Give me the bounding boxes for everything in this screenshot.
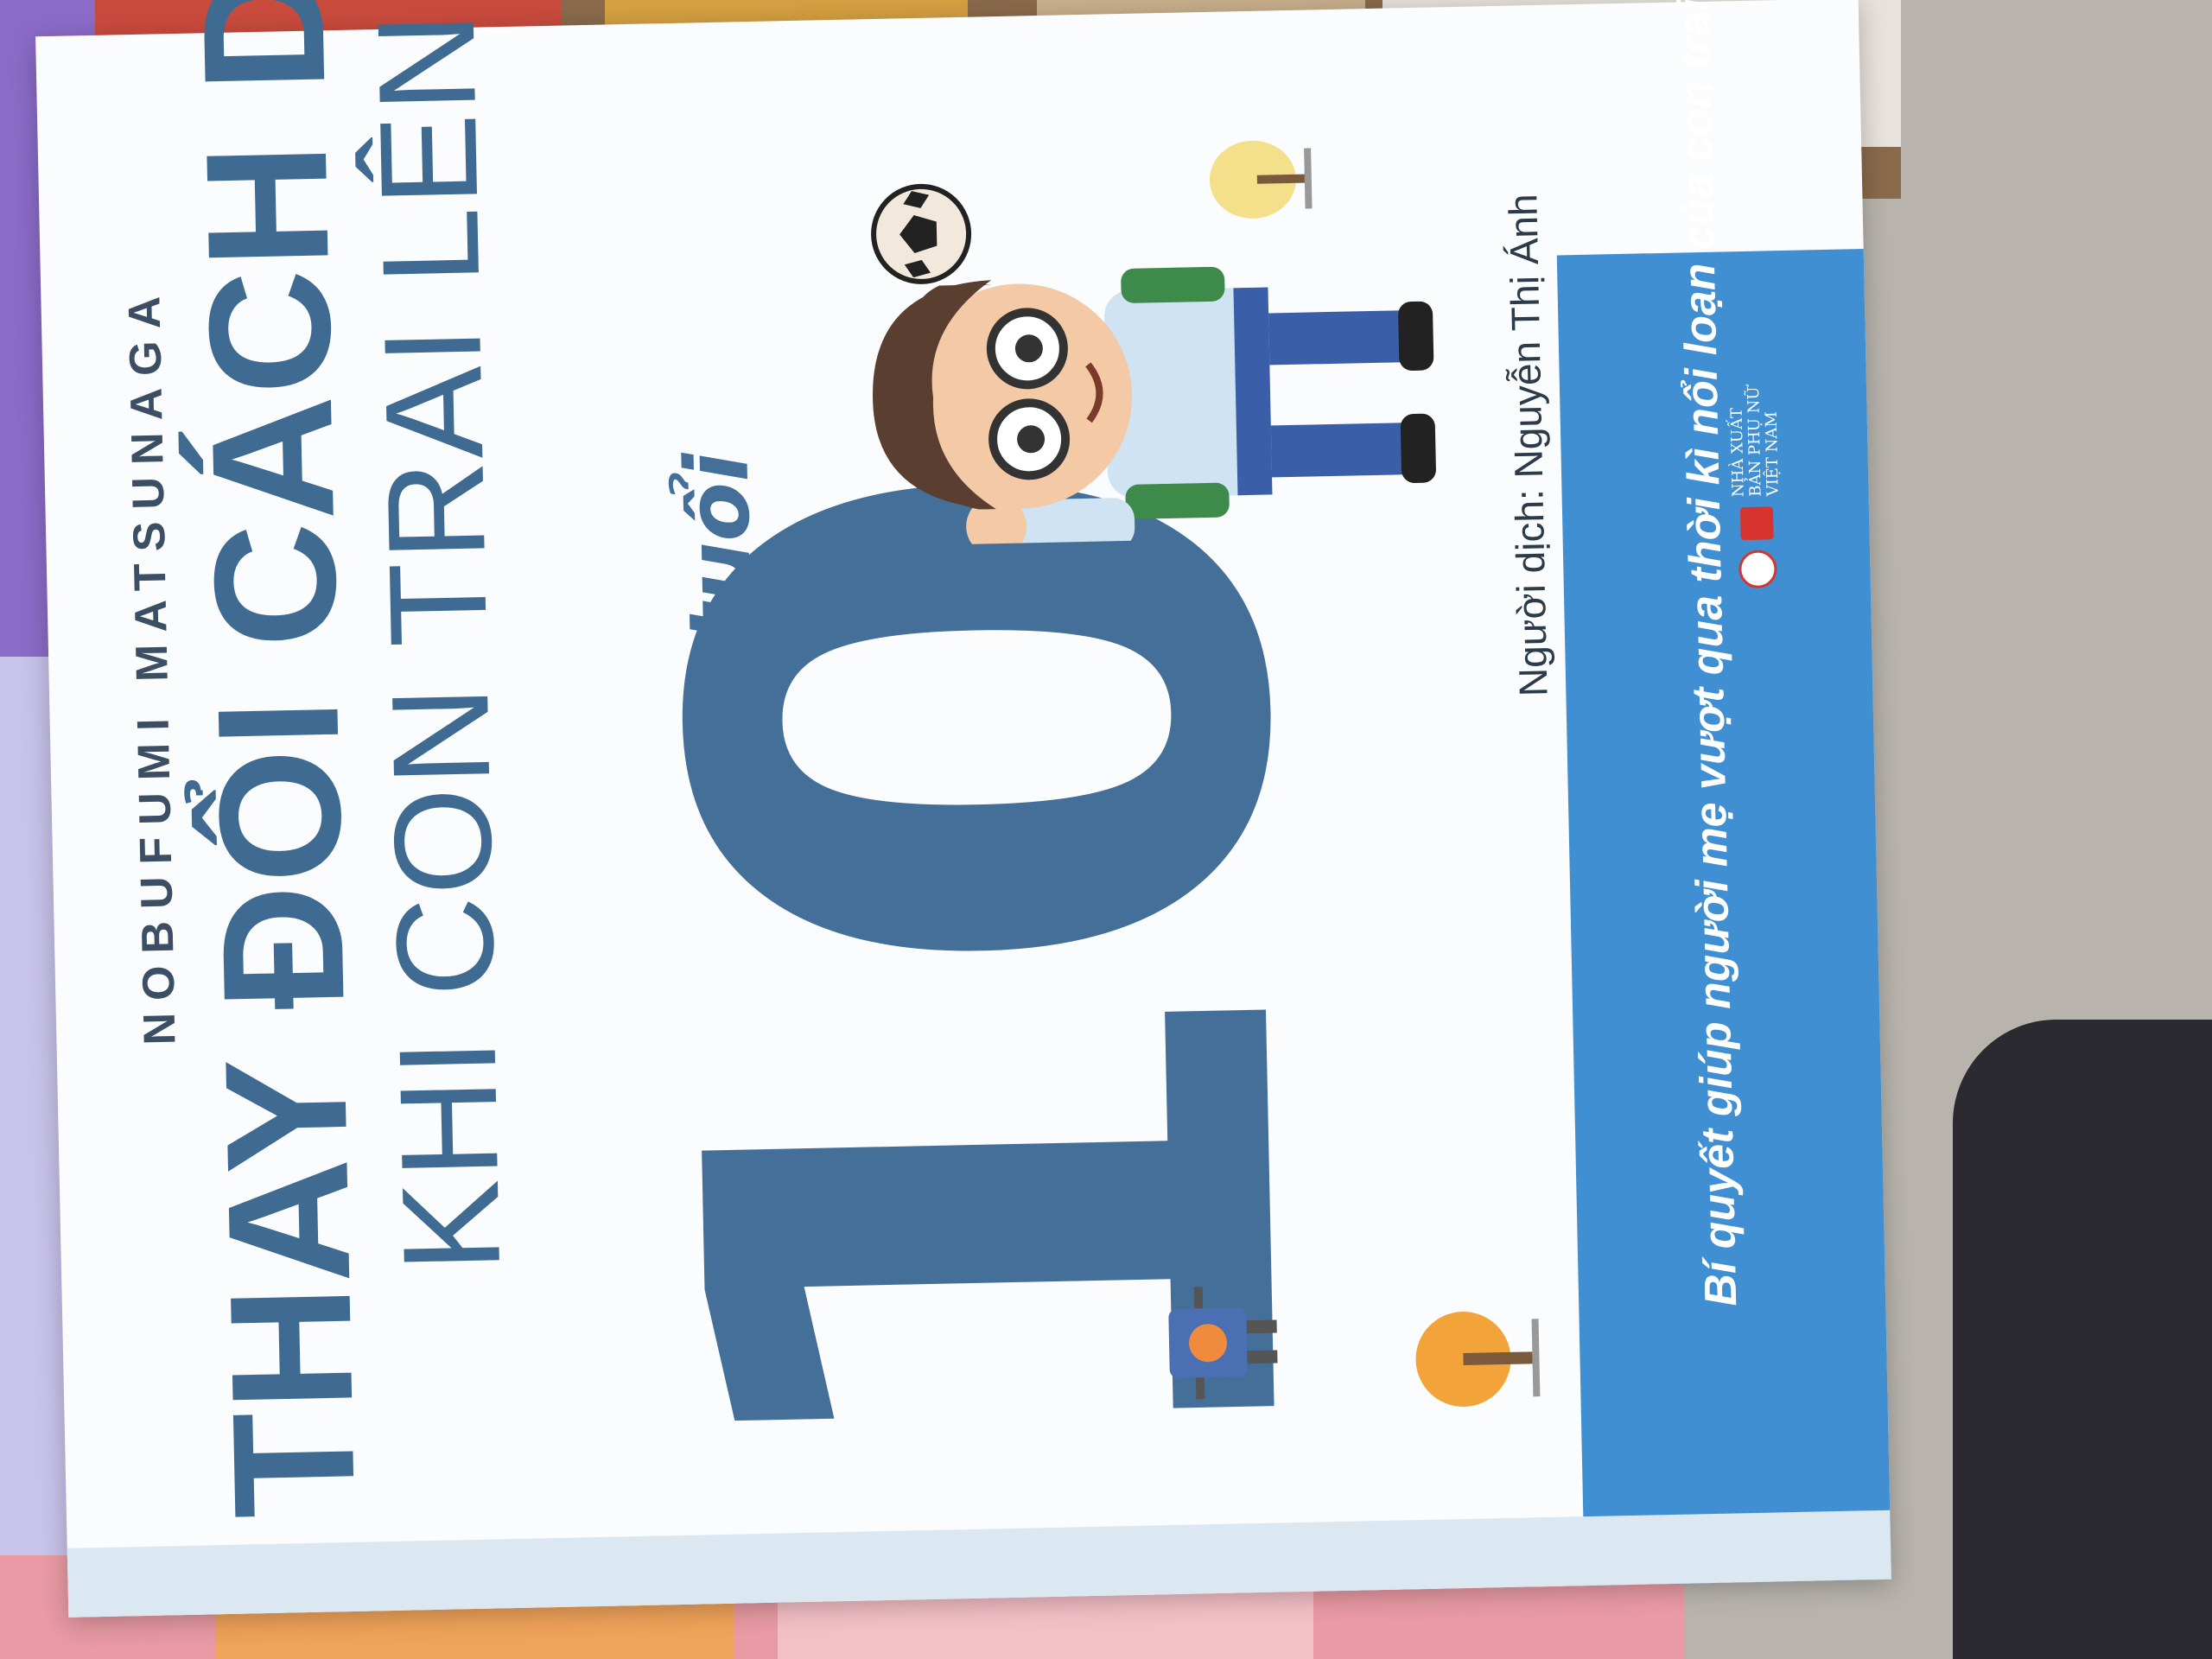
publisher-name: NHÀ XUẤT BẢN PHỤ NỮ VIỆT NAM [1727, 386, 1783, 498]
translator: Người dịch: Nguyễn Thị Ánh [1500, 193, 1556, 697]
book-cover: NOBUFUMI MATSUNAGA THAY ĐỔI CÁCH DẠY KHI… [35, 0, 1891, 1618]
cover-content: NOBUFUMI MATSUNAGA THAY ĐỔI CÁCH DẠY KHI… [35, 0, 1891, 1618]
publisher-mark-icon [1739, 506, 1774, 541]
publisher: NHÀ XUẤT BẢN PHỤ NỮ VIỆT NAM [1727, 384, 1783, 589]
orange-tree-icon [1415, 1312, 1541, 1408]
soccer-ball-illustration [871, 183, 972, 284]
publisher-logo-icon [1738, 550, 1777, 589]
tree-icon [1209, 140, 1313, 219]
age-word: tuổi [666, 451, 772, 646]
hand-shadow [1953, 1020, 2212, 1659]
robot-icon [1168, 1287, 1278, 1400]
title-line-2: KHI CON TRAI LÊN [347, 9, 530, 1274]
tagline: Bí quyết giúp người mẹ vượt qua thời kì … [1669, 0, 1747, 1307]
